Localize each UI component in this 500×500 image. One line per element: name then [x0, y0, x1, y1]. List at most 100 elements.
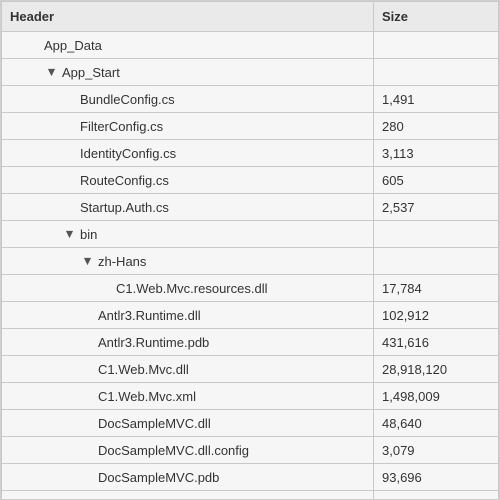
row-label: C1.Web.Mvc.dll [98, 362, 189, 377]
expand-placeholder [78, 387, 96, 405]
expand-placeholder [78, 333, 96, 351]
size-value: 1,491 [374, 86, 498, 112]
size-cell[interactable]: 1,491 [374, 86, 499, 113]
indent-spacer [2, 369, 78, 370]
name-cell[interactable]: DocSampleMVC.dll [2, 410, 374, 437]
table-row[interactable]: C1.Web.Mvc.resources.dll17,784 [2, 275, 499, 302]
collapse-icon[interactable] [60, 225, 78, 243]
row-label: C1.Web.Mvc.xml [98, 389, 196, 404]
indent-spacer [2, 153, 60, 154]
name-cell-inner: Antlr3.Runtime.dll [2, 302, 373, 328]
name-cell-inner: Antlr3.Runtime.pdb [2, 329, 373, 355]
size-cell[interactable]: 102,912 [374, 302, 499, 329]
grid-table: Header Size App_Data App_Start BundleConfi… [1, 1, 499, 499]
row-label: IdentityConfig.cs [80, 146, 176, 161]
size-cell[interactable]: 17,784 [374, 275, 499, 302]
tree-grid: Header Size App_Data App_Start BundleConfi… [0, 0, 500, 500]
name-cell-inner: bin [2, 221, 373, 247]
name-cell[interactable]: bin [2, 221, 374, 248]
column-header-name[interactable]: Header [2, 2, 374, 32]
table-row[interactable]: EntityFramework.dll5,176,480 [2, 491, 499, 500]
grid-scroll-area[interactable]: Header Size App_Data App_Start BundleConfi… [1, 1, 499, 499]
expand-placeholder [60, 90, 78, 108]
table-row[interactable]: IdentityConfig.cs 3,113 [2, 140, 499, 167]
row-label: Startup.Auth.cs [80, 200, 169, 215]
expand-placeholder [78, 495, 96, 499]
size-cell[interactable]: 431,616 [374, 329, 499, 356]
name-cell[interactable]: App_Data [2, 32, 374, 59]
table-row[interactable]: DocSampleMVC.dll 48,640 [2, 410, 499, 437]
name-cell[interactable]: App_Start [2, 59, 374, 86]
indent-spacer [2, 450, 78, 451]
size-cell[interactable] [374, 248, 499, 275]
row-label: BundleConfig.cs [80, 92, 175, 107]
table-row[interactable]: C1.Web.Mvc.xml 1,498,009 [2, 383, 499, 410]
name-cell[interactable]: FilterConfig.cs [2, 113, 374, 140]
indent-spacer [2, 342, 78, 343]
row-label: App_Start [62, 65, 120, 80]
row-label: Antlr3.Runtime.dll [98, 308, 201, 323]
table-row[interactable]: DocSampleMVC.dll.config 3,079 [2, 437, 499, 464]
name-cell[interactable]: DocSampleMVC.pdb [2, 464, 374, 491]
size-value [374, 32, 498, 58]
table-row[interactable]: App_Data [2, 32, 499, 59]
expand-placeholder [78, 306, 96, 324]
table-row[interactable]: C1.Web.Mvc.dll 28,918,120 [2, 356, 499, 383]
table-row[interactable]: Antlr3.Runtime.pdb431,616 [2, 329, 499, 356]
size-value: 3,113 [374, 140, 498, 166]
name-cell[interactable]: BundleConfig.cs [2, 86, 374, 113]
name-cell-inner: DocSampleMVC.dll.config [2, 437, 373, 463]
size-cell[interactable] [374, 32, 499, 59]
row-label: FilterConfig.cs [80, 119, 163, 134]
indent-spacer [2, 288, 96, 289]
table-row[interactable]: Antlr3.Runtime.dll 102,912 [2, 302, 499, 329]
size-cell[interactable]: 48,640 [374, 410, 499, 437]
size-cell[interactable]: 280 [374, 113, 499, 140]
name-cell[interactable]: Startup.Auth.cs [2, 194, 374, 221]
name-cell[interactable]: RouteConfig.cs [2, 167, 374, 194]
name-cell-inner: App_Start [2, 59, 373, 85]
size-cell[interactable]: 1,498,009 [374, 383, 499, 410]
size-cell[interactable]: 5,176,480 [374, 491, 499, 500]
name-cell[interactable]: IdentityConfig.cs [2, 140, 374, 167]
size-cell[interactable]: 2,537 [374, 194, 499, 221]
indent-spacer [2, 234, 60, 235]
name-cell[interactable]: DocSampleMVC.dll.config [2, 437, 374, 464]
collapse-icon[interactable] [78, 252, 96, 270]
table-row[interactable]: App_Start [2, 59, 499, 86]
row-label: DocSampleMVC.dll.config [98, 443, 249, 458]
name-cell[interactable]: C1.Web.Mvc.dll [2, 356, 374, 383]
name-cell-inner: EntityFramework.dll [2, 491, 373, 499]
name-cell[interactable]: C1.Web.Mvc.xml [2, 383, 374, 410]
size-cell[interactable]: 605 [374, 167, 499, 194]
name-cell-inner: Startup.Auth.cs [2, 194, 373, 220]
expand-placeholder [60, 117, 78, 135]
size-cell[interactable]: 93,696 [374, 464, 499, 491]
table-row[interactable]: Startup.Auth.cs 2,537 [2, 194, 499, 221]
table-row[interactable]: RouteConfig.cs 605 [2, 167, 499, 194]
row-label: RouteConfig.cs [80, 173, 169, 188]
size-value: 48,640 [374, 410, 498, 436]
size-cell[interactable]: 3,079 [374, 437, 499, 464]
size-cell[interactable] [374, 59, 499, 86]
expand-placeholder [24, 36, 42, 54]
size-cell[interactable] [374, 221, 499, 248]
name-cell[interactable]: zh-Hans [2, 248, 374, 275]
header-row: Header Size [2, 2, 499, 32]
name-cell[interactable]: Antlr3.Runtime.pdb [2, 329, 374, 356]
table-row[interactable]: bin [2, 221, 499, 248]
row-label: DocSampleMVC.dll [98, 416, 211, 431]
size-cell[interactable]: 3,113 [374, 140, 499, 167]
name-cell[interactable]: Antlr3.Runtime.dll [2, 302, 374, 329]
table-row[interactable]: zh-Hans [2, 248, 499, 275]
collapse-icon[interactable] [42, 63, 60, 81]
name-cell[interactable]: C1.Web.Mvc.resources.dll [2, 275, 374, 302]
name-cell-inner: RouteConfig.cs [2, 167, 373, 193]
table-row[interactable]: BundleConfig.cs 1,491 [2, 86, 499, 113]
name-cell[interactable]: EntityFramework.dll [2, 491, 374, 500]
column-header-size[interactable]: Size [374, 2, 499, 32]
indent-spacer [2, 207, 60, 208]
table-row[interactable]: FilterConfig.cs 280 [2, 113, 499, 140]
size-cell[interactable]: 28,918,120 [374, 356, 499, 383]
table-row[interactable]: DocSampleMVC.pdb93,696 [2, 464, 499, 491]
